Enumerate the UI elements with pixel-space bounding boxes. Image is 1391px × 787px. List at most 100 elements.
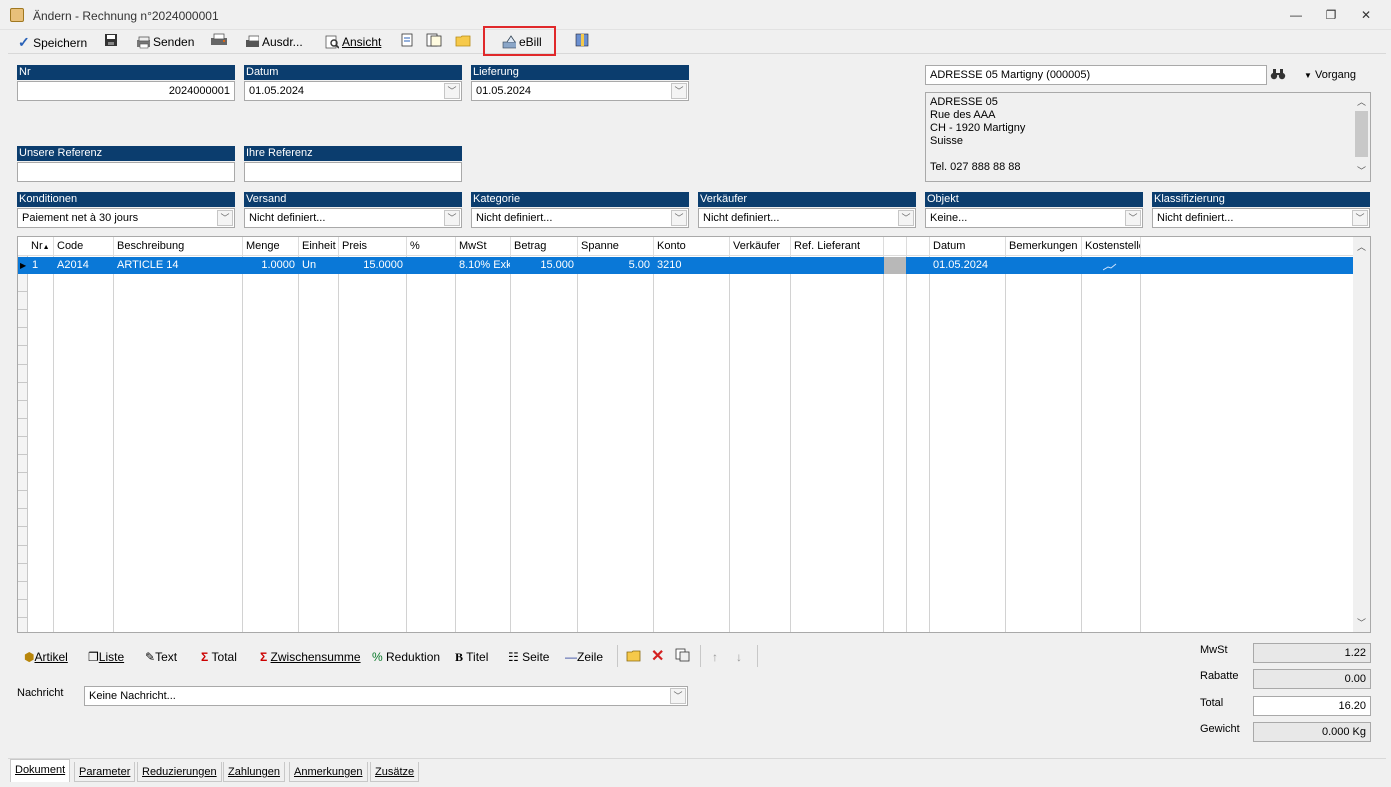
versand-select[interactable]: Nicht definiert... ﹀ [244, 208, 462, 228]
column-header-mwst[interactable]: MwSt [456, 237, 511, 256]
tab-zusaetze[interactable]: Zusätze [370, 762, 420, 782]
tab-dokument[interactable]: Dokument [10, 759, 71, 782]
cell-mwst[interactable]: 8.10% Exkl [456, 257, 510, 274]
print-button[interactable]: Ausdr... [245, 33, 303, 51]
save-disk-button[interactable] [104, 33, 118, 51]
cell-gray-marker[interactable] [884, 257, 906, 274]
column-header-bemerkungen[interactable]: Bemerkungen [1006, 237, 1082, 256]
cell-bemerkungen[interactable] [1006, 257, 1081, 274]
add-line-button[interactable]: —Zeile [565, 648, 603, 666]
open-folder-button[interactable] [455, 33, 471, 51]
cell-percent[interactable] [407, 257, 455, 274]
column-header-verkaeufer[interactable]: Verkäufer [730, 237, 791, 256]
scroll-down-icon[interactable]: ﹀ [1353, 616, 1370, 629]
cell-ref-lieferant[interactable] [791, 257, 883, 274]
grid-scrollbar[interactable]: ︿ ﹀ [1353, 237, 1370, 632]
datum-field[interactable]: 01.05.2024 ﹀ [244, 81, 462, 101]
column-header-percent[interactable]: % [407, 237, 456, 256]
column-header-kostenstelle[interactable]: Kostenstelle [1082, 237, 1141, 256]
chevron-down-icon[interactable]: ﹀ [217, 210, 233, 226]
scroll-down-icon[interactable]: ﹀ [1353, 165, 1370, 178]
chevron-down-icon[interactable]: ﹀ [444, 83, 460, 99]
column-header-nr[interactable]: Nr▲ [28, 237, 54, 256]
cell-betrag[interactable]: 15.000 [511, 257, 577, 274]
binoculars-icon[interactable] [1270, 67, 1286, 84]
add-subtotal-button[interactable]: Σ Zwischensumme [260, 648, 361, 666]
save-button[interactable]: ✓ Speichern [18, 33, 87, 51]
cell-datum[interactable]: 01.05.2024 [930, 257, 1005, 274]
duplicate-button[interactable] [675, 648, 691, 666]
tab-zahlungen[interactable]: Zahlungen [223, 762, 285, 782]
cell-verkaeufer[interactable] [730, 257, 790, 274]
delete-icon[interactable]: ✕ [651, 648, 664, 666]
open-button[interactable] [626, 648, 642, 666]
print-preview-button[interactable] [210, 33, 228, 51]
chevron-down-icon[interactable]: ﹀ [671, 210, 687, 226]
items-grid[interactable]: Nr▲ Code Beschreibung Menge Einheit Prei… [17, 236, 1371, 633]
minimize-button[interactable]: — [1282, 6, 1310, 24]
column-header-menge[interactable]: Menge [243, 237, 299, 256]
ihre-referenz-field[interactable] [244, 162, 462, 182]
column-header-code[interactable]: Code [54, 237, 114, 256]
copy-document-button[interactable] [426, 33, 442, 51]
cell-nr[interactable]: 1 [29, 257, 53, 274]
add-list-button[interactable]: ❐Liste [88, 648, 124, 666]
lieferung-field[interactable]: 01.05.2024 ﹀ [471, 81, 689, 101]
column-header-blank-1[interactable] [884, 237, 907, 256]
send-button[interactable]: Senden [136, 33, 194, 51]
cost-center-chart-icon[interactable] [1102, 262, 1117, 274]
unsere-referenz-field[interactable] [17, 162, 235, 182]
document-button[interactable] [401, 33, 413, 51]
chevron-down-icon[interactable]: ﹀ [444, 210, 460, 226]
chevron-down-icon[interactable]: ﹀ [1352, 210, 1368, 226]
column-header-einheit[interactable]: Einheit [299, 237, 339, 256]
book-button[interactable] [575, 33, 589, 51]
address-scrollbar[interactable]: ︿ ﹀ [1353, 93, 1370, 181]
add-total-button[interactable]: Σ Total [201, 648, 237, 666]
scrollbar-thumb[interactable] [1355, 111, 1368, 157]
row-header-strip[interactable] [18, 256, 28, 632]
column-header-datum[interactable]: Datum [930, 237, 1006, 256]
scroll-up-icon[interactable]: ︿ [1353, 240, 1370, 253]
tab-parameter[interactable]: Parameter [74, 762, 136, 782]
add-reduction-button[interactable]: % Reduktion [372, 648, 440, 666]
column-header-konto[interactable]: Konto [654, 237, 730, 256]
column-header-beschreibung[interactable]: Beschreibung [114, 237, 243, 256]
column-header-ref-lieferant[interactable]: Ref. Lieferant [791, 237, 884, 256]
close-button[interactable]: ✕ [1352, 6, 1380, 24]
column-header-preis[interactable]: Preis [339, 237, 407, 256]
tab-reduzierungen[interactable]: Reduzierungen [137, 762, 222, 782]
cell-beschreibung[interactable]: ARTICLE 14 [114, 257, 242, 274]
cell-preis[interactable]: 15.0000 [339, 257, 406, 274]
add-article-button[interactable]: ⬢Artikel [24, 648, 68, 666]
column-header-blank-2[interactable] [907, 237, 930, 256]
vorgang-menu[interactable]: ▼ Vorgang [1304, 69, 1356, 81]
konditionen-select[interactable]: Paiement net à 30 jours ﹀ [17, 208, 235, 228]
cell-code[interactable]: A2014 [54, 257, 113, 274]
cell-konto[interactable]: 3210 [654, 257, 729, 274]
column-header-spanne[interactable]: Spanne [578, 237, 654, 256]
chevron-down-icon[interactable]: ﹀ [670, 688, 686, 704]
tab-anmerkungen[interactable]: Anmerkungen [289, 762, 368, 782]
add-page-button[interactable]: ☷ Seite [508, 648, 549, 666]
move-up-icon[interactable]: ↑ [712, 648, 718, 666]
klassifizierung-select[interactable]: Nicht definiert... ﹀ [1152, 208, 1370, 228]
cell-einheit[interactable]: Un [299, 257, 338, 274]
chevron-down-icon[interactable]: ﹀ [898, 210, 914, 226]
cell-menge[interactable]: 1.0000 [243, 257, 298, 274]
kategorie-select[interactable]: Nicht definiert... ﹀ [471, 208, 689, 228]
add-text-button[interactable]: ✎Text [145, 648, 177, 666]
restore-button[interactable]: ❐ [1317, 6, 1345, 24]
nachricht-select[interactable]: Keine Nachricht... ﹀ [84, 686, 688, 706]
address-search-field[interactable]: ADRESSE 05 Martigny (000005) [925, 65, 1267, 85]
verkaeufer-select[interactable]: Nicht definiert... ﹀ [698, 208, 916, 228]
move-down-icon[interactable]: ↓ [736, 648, 742, 666]
nr-field[interactable]: 2024000001 [17, 81, 235, 101]
add-title-button[interactable]: B Titel [455, 648, 488, 666]
scroll-up-icon[interactable]: ︿ [1353, 96, 1370, 109]
objekt-select[interactable]: Keine... ﹀ [925, 208, 1143, 228]
chevron-down-icon[interactable]: ﹀ [1125, 210, 1141, 226]
column-header-betrag[interactable]: Betrag [511, 237, 578, 256]
cell-spanne[interactable]: 5.00 [578, 257, 653, 274]
view-button[interactable]: Ansicht [325, 33, 381, 51]
